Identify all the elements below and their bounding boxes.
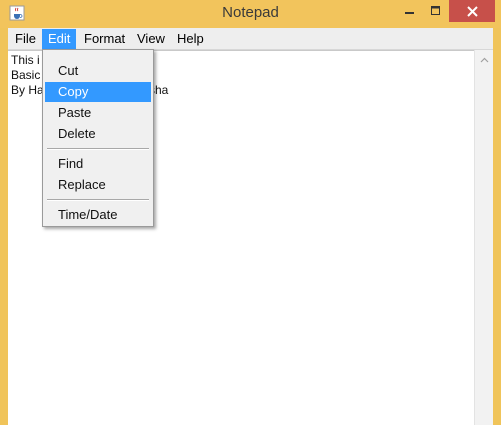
- menu-file[interactable]: File: [9, 29, 42, 49]
- menu-item-replace[interactable]: Replace: [45, 175, 151, 195]
- minimize-button[interactable]: [396, 0, 423, 22]
- notepad-window: Notepad File Edit Format View Help This …: [0, 0, 501, 425]
- menu-edit[interactable]: Edit: [42, 29, 77, 49]
- close-button[interactable]: [449, 0, 495, 22]
- editor-line-text: This i: [11, 53, 40, 67]
- menu-format[interactable]: Format: [78, 29, 131, 49]
- menu-help[interactable]: Help: [171, 29, 210, 49]
- title-bar[interactable]: Notepad: [0, 0, 501, 28]
- editor-line: This i: [11, 53, 40, 67]
- menu-view[interactable]: View: [131, 29, 171, 49]
- menu-item-cut[interactable]: Cut: [45, 61, 151, 81]
- menu-bar: File Edit Format View Help: [8, 28, 493, 50]
- editor-line: By Ha sha: [11, 83, 168, 97]
- edit-menu-dropdown: Cut Copy Paste Delete Find Replace Time/…: [42, 49, 154, 227]
- vertical-scrollbar[interactable]: [474, 50, 493, 425]
- editor-line-text: Basic: [11, 68, 41, 82]
- menu-item-copy[interactable]: Copy: [45, 82, 151, 102]
- menu-item-paste[interactable]: Paste: [45, 103, 151, 123]
- scroll-up-button[interactable]: [475, 50, 493, 68]
- menu-item-find[interactable]: Find: [45, 154, 151, 174]
- close-icon: [466, 5, 478, 17]
- menu-item-time-date[interactable]: Time/Date: [45, 205, 151, 225]
- editor-line-text: By Ha: [11, 83, 44, 97]
- menu-separator: [47, 148, 149, 150]
- maximize-button[interactable]: [423, 0, 449, 22]
- menu-item-delete[interactable]: Delete: [45, 124, 151, 144]
- minimize-icon: [404, 6, 415, 16]
- menu-separator: [47, 199, 149, 201]
- maximize-icon: [431, 6, 441, 16]
- editor-line: Basic: [11, 68, 40, 82]
- chevron-up-icon: [480, 50, 489, 68]
